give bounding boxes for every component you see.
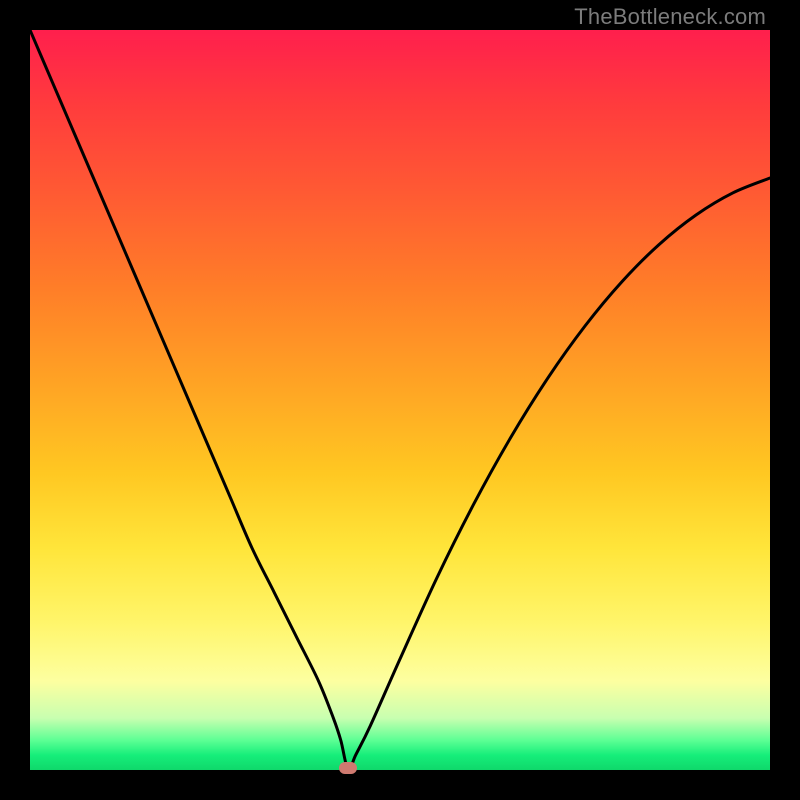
optimum-marker — [339, 762, 357, 774]
chart-frame: TheBottleneck.com — [0, 0, 800, 800]
plot-area — [30, 30, 770, 770]
watermark-text: TheBottleneck.com — [574, 4, 766, 30]
bottleneck-curve — [30, 30, 770, 770]
